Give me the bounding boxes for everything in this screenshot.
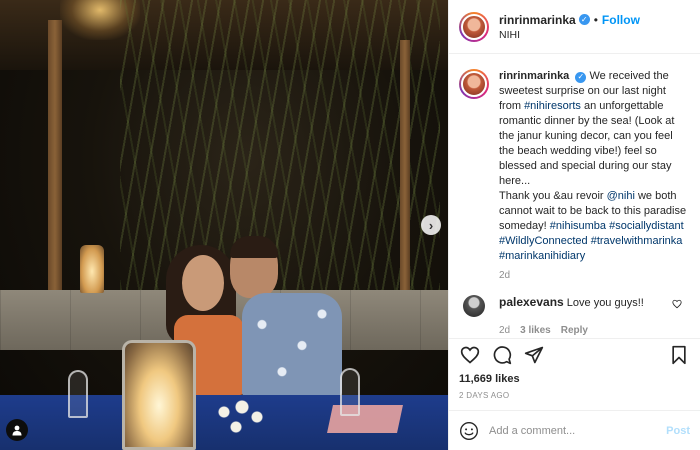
- post-photo[interactable]: ›: [0, 0, 448, 450]
- comment-avatar[interactable]: [463, 295, 485, 317]
- caption-text-part: Thank you &au revoir: [499, 190, 604, 202]
- like-button[interactable]: [459, 344, 481, 366]
- verified-badge-icon: ✓: [578, 14, 590, 25]
- photo-wine-glass: [68, 370, 88, 418]
- chevron-right-icon: ›: [428, 217, 434, 233]
- post-date[interactable]: 2 DAYS AGO: [459, 391, 509, 400]
- comment-input[interactable]: [489, 424, 667, 437]
- tagged-users-button[interactable]: [6, 419, 28, 441]
- verified-badge-icon: ✓: [575, 71, 587, 83]
- follow-button[interactable]: Follow: [602, 13, 640, 27]
- paper-plane-icon: [524, 346, 544, 363]
- post-header: rinrinmarinka ✓ • Follow NIHI: [449, 0, 700, 54]
- smiley-icon[interactable]: [459, 421, 479, 441]
- share-button[interactable]: [523, 344, 545, 366]
- post-comment-button[interactable]: Post: [666, 425, 690, 437]
- likes-count[interactable]: 11,669 likes: [459, 373, 520, 385]
- hashtag-link[interactable]: #nihisumba: [550, 220, 606, 232]
- save-button[interactable]: [668, 344, 690, 366]
- photo-pole: [400, 40, 410, 290]
- caption-text-part: an unforgettable romantic dinner by the …: [499, 100, 675, 187]
- reply-button[interactable]: Reply: [561, 325, 588, 336]
- photo-pole: [48, 20, 62, 290]
- hashtag-link[interactable]: #WildlyConnected: [499, 235, 588, 247]
- caption-text: rinrinmarinka ✓ We received the sweetest…: [499, 69, 689, 264]
- photo-flowers: [212, 392, 272, 442]
- caption-avatar[interactable]: [459, 69, 489, 99]
- comment-icon: [493, 345, 512, 364]
- heart-icon: [460, 346, 480, 364]
- photo-wine-glass: [340, 368, 360, 416]
- photo-big-lantern: [122, 340, 196, 450]
- header-username[interactable]: rinrinmarinka: [499, 13, 576, 27]
- bookmark-icon: [672, 345, 686, 364]
- comment-likes[interactable]: 3 likes: [520, 325, 551, 336]
- comments-section[interactable]: rinrinmarinka ✓ We received the sweetest…: [449, 55, 700, 338]
- comment-timestamp[interactable]: 2d: [499, 325, 510, 336]
- person-icon: [12, 425, 22, 436]
- location-link[interactable]: NIHI: [499, 29, 640, 41]
- avatar[interactable]: [459, 11, 489, 42]
- caption: rinrinmarinka ✓ We received the sweetest…: [459, 69, 690, 264]
- comment-actions: 2d 3 likes Reply: [499, 325, 690, 336]
- caption-username[interactable]: rinrinmarinka: [499, 70, 569, 82]
- add-comment-bar: Post: [449, 410, 700, 450]
- hashtag-link[interactable]: #travelwithmarinka: [591, 235, 683, 247]
- hashtag-link[interactable]: #marinkanihidiary: [499, 250, 585, 262]
- photo-napkin: [327, 405, 403, 433]
- hashtag-link[interactable]: #nihiresorts: [524, 100, 581, 112]
- caption-timestamp[interactable]: 2d: [499, 270, 690, 281]
- photo-man: [222, 236, 342, 398]
- hashtag-link[interactable]: #sociallydistant: [609, 220, 684, 232]
- comment-button[interactable]: [491, 344, 513, 366]
- post-sidebar: rinrinmarinka ✓ • Follow NIHI rinrinmari…: [448, 0, 700, 450]
- heart-icon[interactable]: [672, 299, 682, 309]
- comment-username[interactable]: palexevans: [499, 295, 564, 309]
- mention-link[interactable]: @nihi: [607, 190, 635, 202]
- header-separator: •: [593, 12, 598, 27]
- instagram-post: › rinrinmarinka ✓ • Follow NIHI rinrinma…: [0, 0, 700, 450]
- action-bar: [449, 338, 700, 370]
- photo-small-lantern: [80, 245, 104, 293]
- comment-text: Love you guys!!: [566, 297, 644, 309]
- carousel-next-button[interactable]: ›: [421, 215, 441, 235]
- comment-item: palexevans Love you guys!!: [459, 295, 690, 317]
